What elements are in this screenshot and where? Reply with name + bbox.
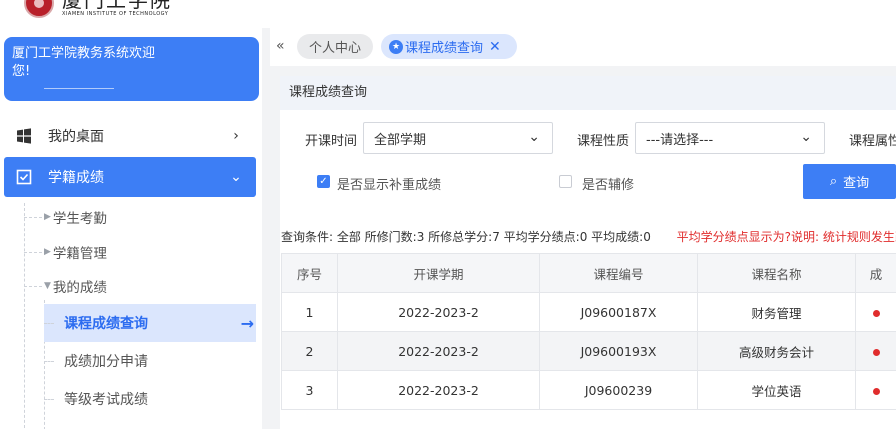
chevron-down-icon: ⌄ [528, 129, 540, 145]
cell-term: 2022-2023-2 [337, 331, 540, 371]
chevron-down-icon: ⌄ [230, 169, 242, 185]
gpa-warning[interactable]: 平均学分绩点显示为?说明: 统计规则发生改 [677, 230, 896, 244]
triangle-right-icon: ▶ [44, 247, 51, 257]
term-label: 开课时间 [305, 134, 358, 149]
table-row[interactable]: 1 2022-2023-2 J09600187X 财务管理 [281, 292, 896, 332]
nature-select-value: ---请选择--- [646, 132, 714, 148]
cell-course-code: J09600193X [539, 331, 698, 371]
table-row[interactable]: 2 2022-2023-2 J09600193X 高级财务会计 [281, 331, 896, 371]
cell-grade [855, 331, 896, 371]
term-select[interactable]: 全部学期 ⌄ [363, 122, 553, 154]
table-header-row: 序号 开课学期 课程编号 课程名称 成 [281, 253, 896, 293]
cell-term: 2022-2023-2 [337, 370, 540, 410]
top-header: 厦门工学院 XIAMEN INSTITUTE OF TECHNOLOGY [0, 0, 896, 28]
status-dot-icon [872, 348, 880, 356]
cell-course-code: J09600187X [539, 292, 698, 332]
welcome-text: 厦门工学院教务系统欢迎您! [12, 46, 156, 79]
windows-icon [17, 128, 31, 144]
cell-grade [855, 370, 896, 410]
double-chevron-left-icon[interactable]: « [276, 38, 285, 54]
tab-bar: « 个人中心 ★ 课程成绩查询 ✕ [270, 28, 896, 66]
column-header: 成 [855, 253, 896, 293]
school-name: 厦门工学院 [62, 0, 172, 12]
query-button[interactable]: ⌕ 查询 [803, 164, 896, 199]
cell-course-name: 高级财务会计 [697, 331, 856, 371]
cell-grade [855, 292, 896, 332]
triangle-down-icon: ▼ [44, 281, 51, 291]
subitem-label: 学生考勤 [52, 211, 107, 227]
cell-course-name: 财务管理 [697, 292, 856, 332]
close-icon[interactable]: ✕ [489, 39, 501, 55]
tab-course-grades[interactable]: ★ 课程成绩查询 ✕ [381, 34, 517, 59]
minor-checkbox[interactable] [559, 175, 572, 188]
checkbox-square-icon [16, 169, 32, 185]
sidebar-leaf-bonus-apply[interactable]: 成绩加分申请 [44, 342, 256, 380]
tab-personal-center[interactable]: 个人中心 [297, 34, 373, 59]
sidebar-item-label: 我的桌面 [48, 129, 104, 145]
column-header: 开课学期 [337, 253, 540, 293]
status-dot-icon [872, 309, 880, 317]
arrow-right-icon: → [240, 313, 254, 333]
cell-index: 2 [281, 331, 338, 371]
query-button-label: 查询 [843, 176, 870, 191]
minor-label: 是否辅修 [582, 178, 635, 193]
page-title: 课程成绩查询 [280, 76, 896, 110]
sidebar-item-desktop[interactable]: 我的桌面 › [4, 116, 256, 156]
star-icon: ★ [389, 39, 403, 54]
sidebar-item-label: 学籍成绩 [48, 170, 104, 186]
table-row[interactable]: 3 2022-2023-2 J09600239 学位英语 [281, 370, 896, 410]
tab-label: 个人中心 [308, 41, 361, 56]
sidebar-subitem-attendance[interactable]: ▶ 学生考勤 [24, 202, 107, 232]
search-icon: ⌕ [829, 174, 838, 189]
school-logo[interactable]: 厦门工学院 XIAMEN INSTITUTE OF TECHNOLOGY [24, 0, 172, 18]
leaf-label: 等级考试成绩 [64, 392, 148, 408]
column-header: 课程编号 [539, 253, 698, 293]
query-conditions: 查询条件: 全部 所修门数:3 所修总学分:7 平均学分绩点:0 平均成绩:0 … [281, 228, 896, 245]
sidebar-item-grades[interactable]: 学籍成绩 ⌄ [4, 157, 256, 197]
chevron-down-icon: ⌄ [800, 129, 812, 145]
column-header: 课程名称 [697, 253, 856, 293]
sidebar-subitem-my-grades[interactable]: ▼ 我的成绩 [24, 271, 107, 301]
cell-course-code: J09600239 [539, 370, 698, 410]
nature-label: 课程性质 [577, 134, 630, 149]
sidebar-leaf-level-exam[interactable]: 等级考试成绩 [44, 380, 256, 418]
chevron-right-icon: › [233, 128, 239, 144]
sidebar-subitem-status[interactable]: ▶ 学籍管理 [24, 237, 107, 267]
triangle-right-icon: ▶ [44, 212, 51, 222]
welcome-divider [44, 88, 114, 89]
sidebar-leaf-course-grades[interactable]: 课程成绩查询 → [44, 304, 256, 342]
nature-select[interactable]: ---请选择--- ⌄ [635, 122, 825, 154]
subitem-label: 我的成绩 [52, 280, 107, 296]
welcome-card: 厦门工学院教务系统欢迎您! [4, 37, 259, 101]
show-retake-label: 是否显示补重成绩 [337, 178, 442, 193]
cell-index: 3 [281, 370, 338, 410]
leaf-label: 课程成绩查询 [64, 316, 148, 332]
school-seal-icon [24, 0, 54, 18]
status-dot-icon [872, 387, 880, 395]
cell-index: 1 [281, 292, 338, 332]
show-retake-checkbox[interactable]: ✓ [317, 175, 330, 188]
attr-label: 课程属性 [849, 134, 896, 149]
term-select-value: 全部学期 [374, 132, 427, 148]
subitem-label: 学籍管理 [52, 246, 107, 262]
sidebar: 厦门工学院教务系统欢迎您! 我的桌面 › 学籍成绩 ⌄ ▶ 学生考勤 ▶ 学籍管… [0, 28, 262, 429]
conditions-text: 查询条件: 全部 所修门数:3 所修总学分:7 平均学分绩点:0 平均成绩:0 [281, 230, 651, 244]
school-name-en: XIAMEN INSTITUTE OF TECHNOLOGY [62, 11, 169, 17]
cell-term: 2022-2023-2 [337, 292, 540, 332]
cell-course-name: 学位英语 [697, 370, 856, 410]
leaf-label: 成绩加分申请 [64, 354, 148, 370]
column-header: 序号 [281, 253, 338, 293]
tab-label: 课程成绩查询 [405, 41, 484, 56]
grades-table: 序号 开课学期 课程编号 课程名称 成 1 2022-2023-2 J09600… [281, 253, 896, 410]
